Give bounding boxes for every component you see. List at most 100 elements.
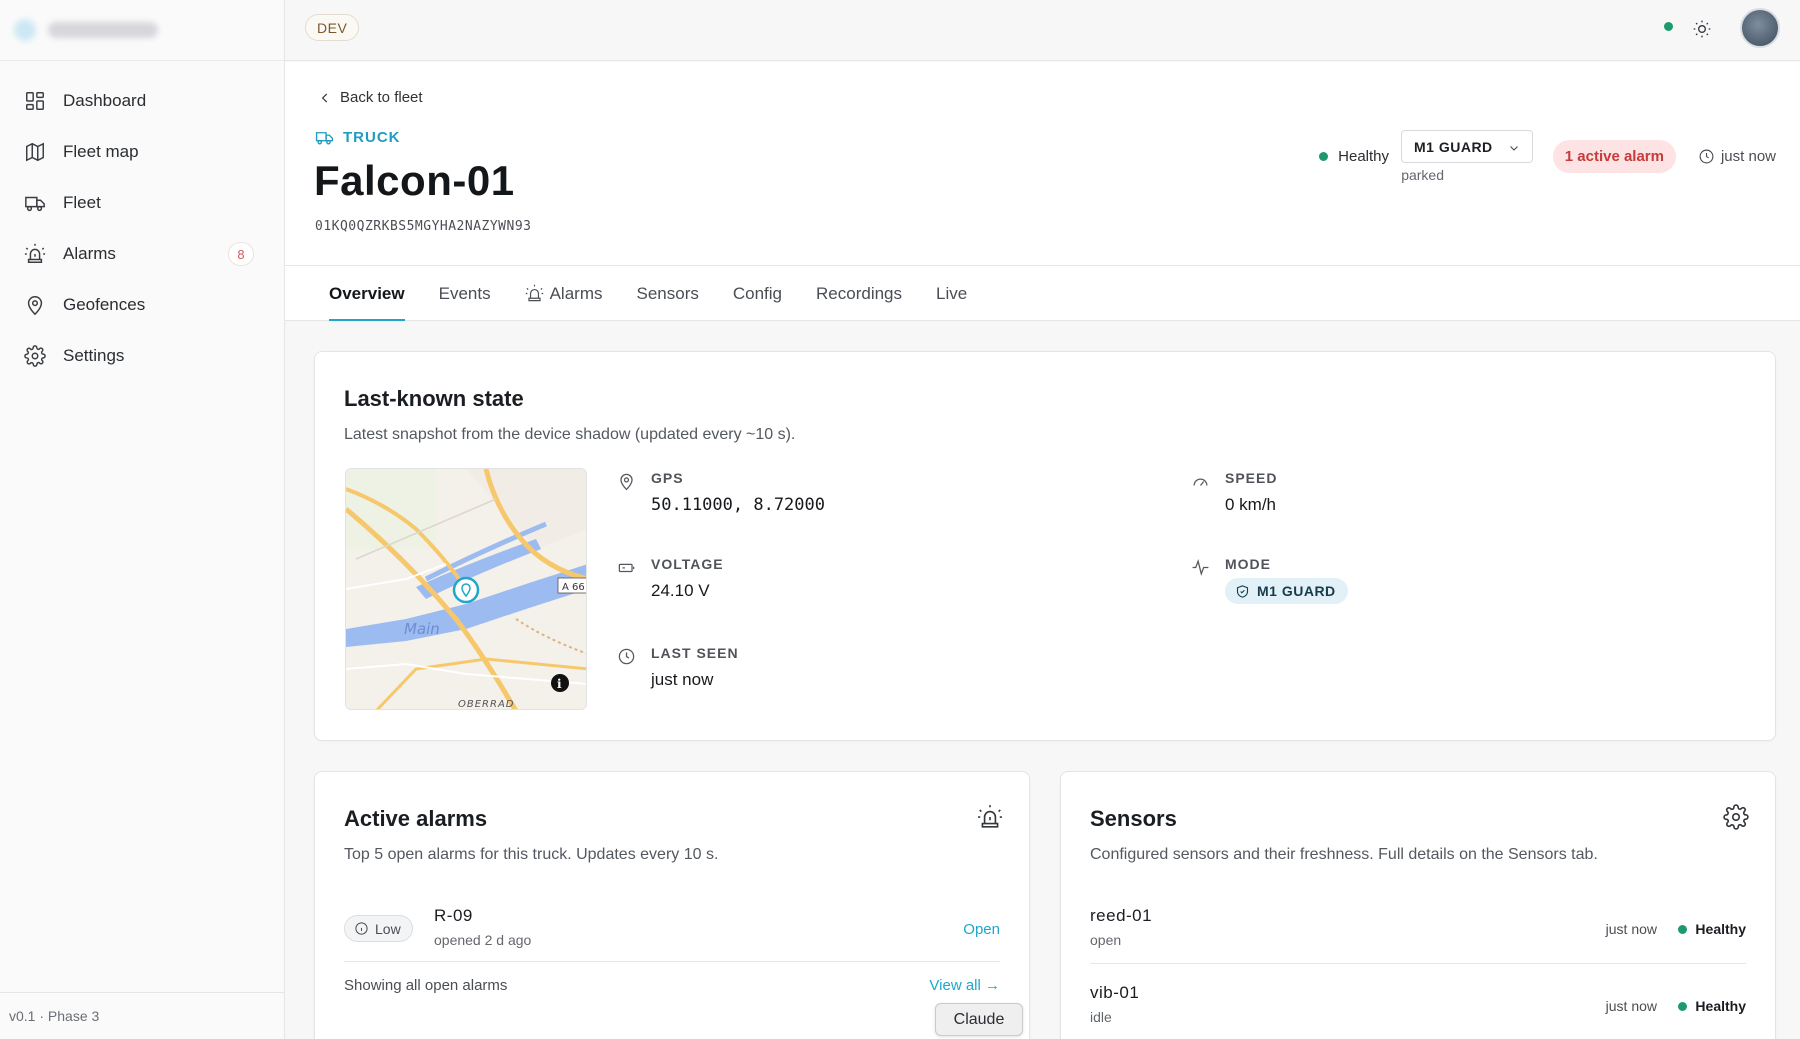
view-all-link[interactable]: View all → bbox=[929, 977, 1000, 994]
sensor-state: open bbox=[1090, 932, 1122, 948]
avatar[interactable] bbox=[1740, 8, 1780, 48]
back-to-fleet-link[interactable]: Back to fleet bbox=[318, 89, 423, 106]
alarms-footer-text: Showing all open alarms bbox=[344, 977, 508, 994]
severity-badge: Low bbox=[344, 915, 413, 942]
sensor-health: Healthy bbox=[1678, 921, 1746, 937]
page-title: Falcon-01 bbox=[314, 157, 515, 204]
sidebar-item-fleet[interactable]: Fleet bbox=[0, 177, 284, 228]
sidebar-item-label: Fleet bbox=[63, 192, 101, 212]
siren-icon bbox=[24, 243, 46, 263]
tab-recordings[interactable]: Recordings bbox=[816, 266, 902, 321]
alarm-row[interactable]: Low R-09 opened 2 d ago Open bbox=[344, 900, 1000, 962]
voltage-value: 24.10 V bbox=[651, 581, 710, 600]
sidebar-item-label: Dashboard bbox=[63, 90, 147, 110]
siren-icon bbox=[525, 284, 543, 302]
sensor-state: idle bbox=[1090, 1009, 1112, 1025]
sidebar-item-fleet-map[interactable]: Fleet map bbox=[0, 126, 284, 177]
alarm-id: R-09 bbox=[434, 906, 473, 925]
vehicle-header: Back to fleet TRUCK Falcon-01 01KQ0QZRKB… bbox=[285, 62, 1800, 266]
topbar: DEV bbox=[285, 0, 1800, 61]
gps-value: 50.11000, 8.72000 bbox=[651, 495, 825, 515]
siren-icon bbox=[977, 804, 1003, 830]
brand[interactable] bbox=[0, 0, 284, 61]
vehicle-type-text: TRUCK bbox=[343, 129, 401, 146]
voltage-label: VOLTAGE bbox=[651, 556, 724, 572]
health-dot bbox=[1319, 152, 1329, 161]
mode-substate: parked bbox=[1401, 167, 1444, 183]
tab-events[interactable]: Events bbox=[439, 266, 491, 321]
claude-tooltip[interactable]: Claude bbox=[935, 1003, 1023, 1036]
sensor-name: reed-01 bbox=[1090, 906, 1153, 925]
tab-label: Overview bbox=[329, 283, 405, 303]
map-icon bbox=[26, 142, 44, 161]
pin-icon bbox=[27, 295, 43, 315]
sensor-last-seen: just now bbox=[1605, 921, 1657, 937]
health-dot bbox=[1678, 924, 1688, 934]
sidebar-item-geofences[interactable]: Geofences bbox=[0, 279, 284, 330]
sun-icon bbox=[1693, 20, 1711, 38]
active-alarm-badge[interactable]: 1 active alarm bbox=[1552, 140, 1676, 173]
location-map[interactable]: A 66 Main OBERRAD i bbox=[345, 468, 587, 710]
mode-select-value: M1 GUARD bbox=[1414, 138, 1493, 155]
tab-label: Live bbox=[936, 283, 968, 303]
card-subtitle: Latest snapshot from the device shadow (… bbox=[344, 426, 796, 443]
svg-text:i: i bbox=[557, 677, 562, 691]
sidebar-nav: Dashboard Fleet map Fleet Alarms 8 Geofe… bbox=[0, 61, 284, 381]
sidebar: Dashboard Fleet map Fleet Alarms 8 Geofe… bbox=[0, 0, 285, 1039]
mode-label: MODE bbox=[1225, 556, 1271, 572]
gps-label: GPS bbox=[651, 470, 684, 486]
vehicle-type-label: TRUCK bbox=[315, 128, 401, 147]
battery-icon bbox=[618, 563, 635, 573]
gear-icon bbox=[1723, 804, 1749, 830]
tab-label: Config bbox=[732, 283, 783, 303]
connection-status-dot bbox=[1664, 22, 1673, 31]
sensor-row[interactable]: vib-01 idle just now Healthy bbox=[1090, 977, 1746, 1039]
tab-sensors[interactable]: Sensors bbox=[637, 266, 699, 321]
version-label: v0.1 · Phase 3 bbox=[0, 992, 284, 1039]
sensor-row[interactable]: reed-01 open just now Healthy bbox=[1090, 900, 1746, 964]
info-icon bbox=[355, 922, 368, 935]
tab-overview[interactable]: Overview bbox=[329, 266, 405, 321]
truck-icon bbox=[25, 196, 45, 211]
mode-select[interactable]: M1 GUARD bbox=[1401, 130, 1533, 163]
sidebar-item-dashboard[interactable]: Dashboard bbox=[0, 75, 284, 126]
tab-label: Recordings bbox=[816, 283, 903, 303]
active-alarms-card: Active alarms Top 5 open alarms for this… bbox=[314, 771, 1030, 1039]
mode-badge: M1 GUARD bbox=[1225, 578, 1348, 604]
tab-config[interactable]: Config bbox=[733, 266, 782, 321]
theme-toggle-button[interactable] bbox=[1687, 14, 1717, 44]
alarm-opened: opened 2 d ago bbox=[434, 932, 532, 948]
tab-bar: Overview Events Alarms Sensors Config Re… bbox=[285, 266, 1800, 321]
svg-text:OBERRAD: OBERRAD bbox=[458, 699, 515, 710]
sensors-card: Sensors Configured sensors and their fre… bbox=[1060, 771, 1776, 1039]
speed-label: SPEED bbox=[1225, 470, 1278, 486]
last-seen-value: just now bbox=[651, 670, 714, 689]
speedometer-icon bbox=[1193, 478, 1208, 486]
clock-icon bbox=[1699, 149, 1714, 164]
health-status: Healthy bbox=[1319, 148, 1389, 165]
sidebar-item-alarms[interactable]: Alarms 8 bbox=[0, 228, 284, 279]
sensor-health: Healthy bbox=[1678, 998, 1746, 1014]
sidebar-item-label: Settings bbox=[63, 345, 125, 365]
last-seen-label: LAST SEEN bbox=[651, 645, 739, 661]
device-id: 01KQ0QZRKBS5MGYHA2NAZYWN93 bbox=[315, 219, 532, 234]
last-update: just now bbox=[1698, 148, 1776, 165]
sensor-name: vib-01 bbox=[1090, 983, 1140, 1002]
alarm-open-link[interactable]: Open bbox=[963, 921, 1000, 938]
sensor-last-seen: just now bbox=[1605, 998, 1657, 1014]
tab-live[interactable]: Live bbox=[936, 266, 967, 321]
card-title: Active alarms bbox=[344, 806, 488, 831]
card-title: Last-known state bbox=[344, 386, 524, 411]
svg-text:Main: Main bbox=[404, 620, 440, 638]
shield-icon bbox=[1236, 584, 1249, 598]
card-subtitle: Configured sensors and their freshness. … bbox=[1090, 846, 1598, 863]
health-dot bbox=[1678, 1001, 1688, 1011]
chevron-left-icon bbox=[321, 93, 328, 102]
dashboard-icon bbox=[26, 91, 44, 110]
gear-icon bbox=[24, 344, 46, 367]
svg-text:A 66: A 66 bbox=[562, 582, 585, 593]
sensor-health-label: Healthy bbox=[1695, 998, 1746, 1014]
sidebar-item-settings[interactable]: Settings bbox=[0, 330, 284, 381]
tab-alarms[interactable]: Alarms bbox=[525, 266, 603, 321]
tab-label: Sensors bbox=[636, 283, 699, 303]
